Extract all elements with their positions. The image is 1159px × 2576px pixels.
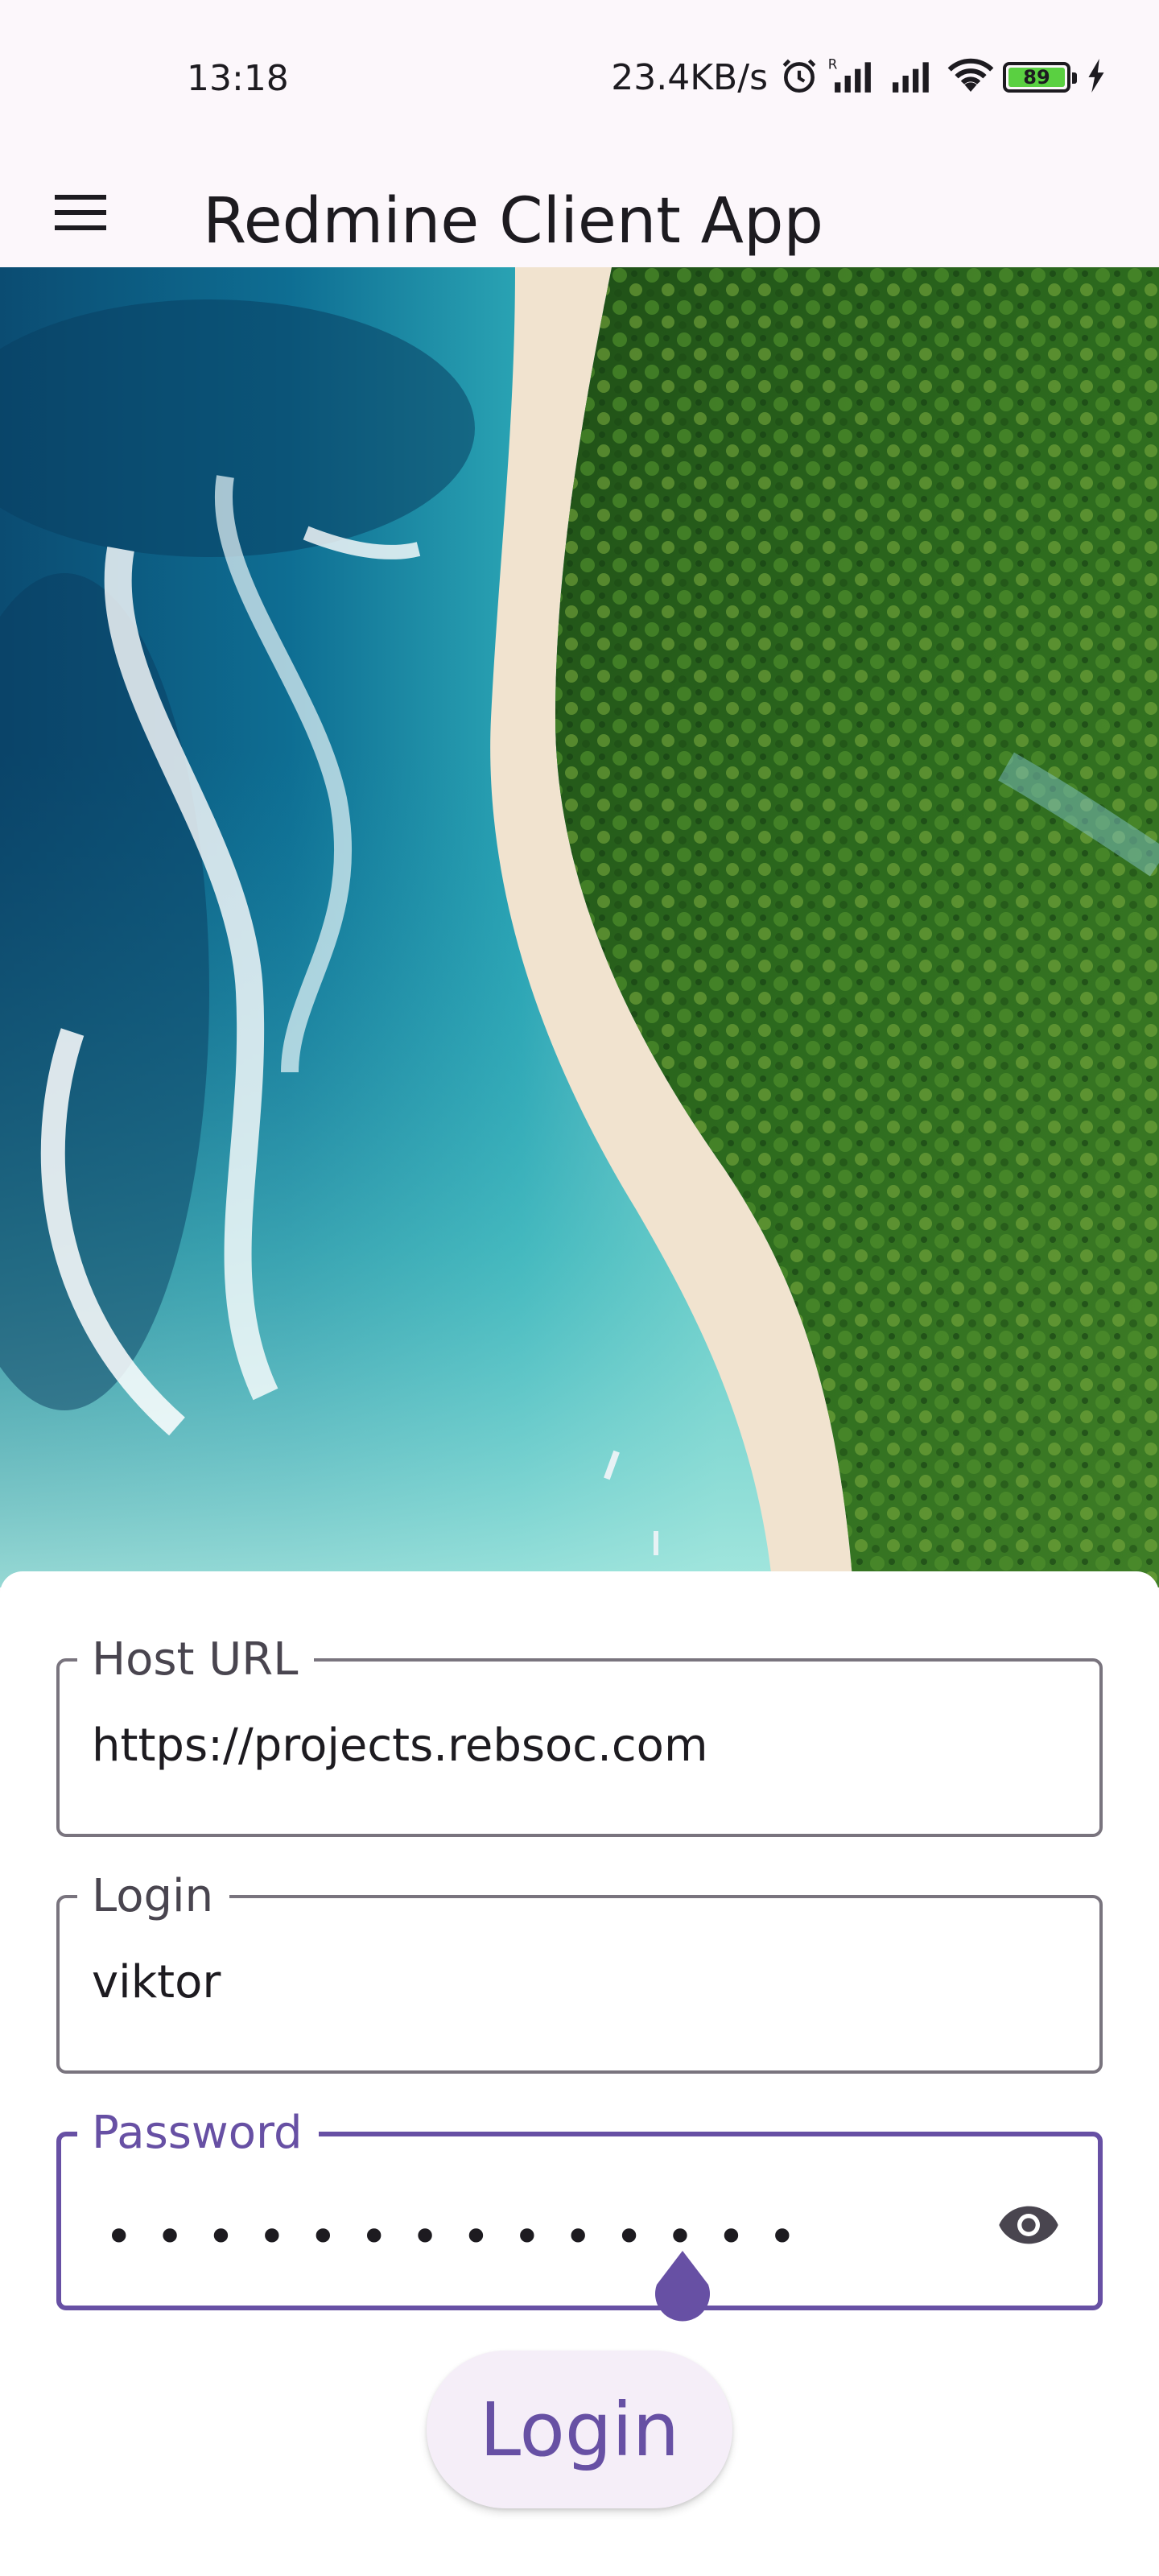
svg-text:R: R <box>828 57 838 72</box>
signal-icon <box>887 56 938 99</box>
menu-button[interactable] <box>35 169 126 259</box>
status-time: 13:18 <box>187 58 289 99</box>
signal-r-icon: R <box>827 56 879 99</box>
login-field[interactable]: Login viktor <box>56 1864 1103 2074</box>
alarm-icon <box>779 56 819 99</box>
app-title: Redmine Client App <box>203 185 824 258</box>
login-button[interactable]: Login <box>427 2351 732 2508</box>
login-label: Login <box>77 1864 230 1929</box>
status-icons: 23.4KB/s R 89 <box>611 53 1106 101</box>
menu-icon <box>55 193 106 235</box>
host-url-value: https://projects.rebsoc.com <box>92 1719 708 1772</box>
battery-level: 89 <box>1008 66 1065 89</box>
toggle-password-visibility-button[interactable] <box>988 2186 1069 2267</box>
password-label: Password <box>77 2101 319 2165</box>
password-field[interactable]: Password •••••••••••••• <box>56 2101 1103 2310</box>
status-bar: 13:18 23.4KB/s R 89 <box>0 0 1159 153</box>
hero-image <box>0 267 1159 1587</box>
login-value: viktor <box>92 1956 221 2008</box>
charging-icon <box>1087 59 1106 96</box>
wifi-icon <box>947 56 995 99</box>
battery-icon: 89 <box>1003 62 1077 93</box>
eye-icon <box>996 2202 1061 2251</box>
host-url-label: Host URL <box>77 1628 315 1692</box>
app-bar: Redmine Client App <box>0 145 1159 267</box>
host-url-field[interactable]: Host URL https://projects.rebsoc.com <box>56 1628 1103 1837</box>
network-speed: 23.4KB/s <box>611 56 768 98</box>
text-cursor-handle[interactable] <box>650 2251 715 2325</box>
